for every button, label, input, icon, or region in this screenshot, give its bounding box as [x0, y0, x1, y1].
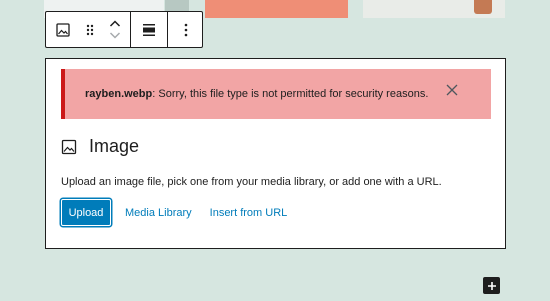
image-icon: [56, 22, 70, 37]
mover-buttons: [100, 12, 130, 47]
block-toolbar: [45, 11, 203, 48]
more-vertical-icon: [184, 23, 188, 36]
error-filename: rayben.webp: [85, 88, 153, 100]
image-icon: [61, 139, 77, 154]
close-icon: [446, 84, 458, 96]
placeholder-actions: Upload Media Library Insert from URL: [61, 199, 287, 226]
image-block-placeholder: rayben.webp: Sorry, this file type is no…: [45, 58, 506, 249]
error-message: : Sorry, this file type is not permitted…: [152, 88, 429, 100]
block-inserter-button[interactable]: [483, 277, 500, 294]
block-type-button[interactable]: [46, 12, 80, 47]
drag-handle-button[interactable]: [80, 12, 100, 47]
toolbar-group-align: [131, 12, 168, 47]
toolbar-group-more: [168, 12, 204, 47]
chevron-down-icon[interactable]: [109, 31, 121, 40]
toolbar-group-block: [46, 12, 131, 47]
placeholder-instructions: Upload an image file, pick one from your…: [61, 176, 442, 188]
media-library-button[interactable]: Media Library: [125, 207, 192, 219]
insert-from-url-button[interactable]: Insert from URL: [210, 207, 288, 219]
placeholder-title: Image: [89, 136, 140, 156]
upload-button[interactable]: Upload: [61, 199, 111, 226]
gallery-image-right-pot: [474, 0, 492, 14]
dismiss-notice-button[interactable]: [445, 83, 459, 97]
gallery-image-middle: [205, 0, 348, 18]
align-none-icon: [143, 23, 155, 36]
drag-handle-icon: [86, 24, 94, 35]
plus-icon: [487, 281, 496, 290]
error-notice-text: rayben.webp: Sorry, this file type is no…: [85, 88, 428, 100]
more-options-button[interactable]: [168, 12, 204, 47]
chevron-up-icon[interactable]: [109, 19, 121, 28]
error-notice: rayben.webp: Sorry, this file type is no…: [61, 69, 491, 119]
align-button[interactable]: [131, 12, 167, 47]
placeholder-header: Image: [61, 136, 139, 157]
